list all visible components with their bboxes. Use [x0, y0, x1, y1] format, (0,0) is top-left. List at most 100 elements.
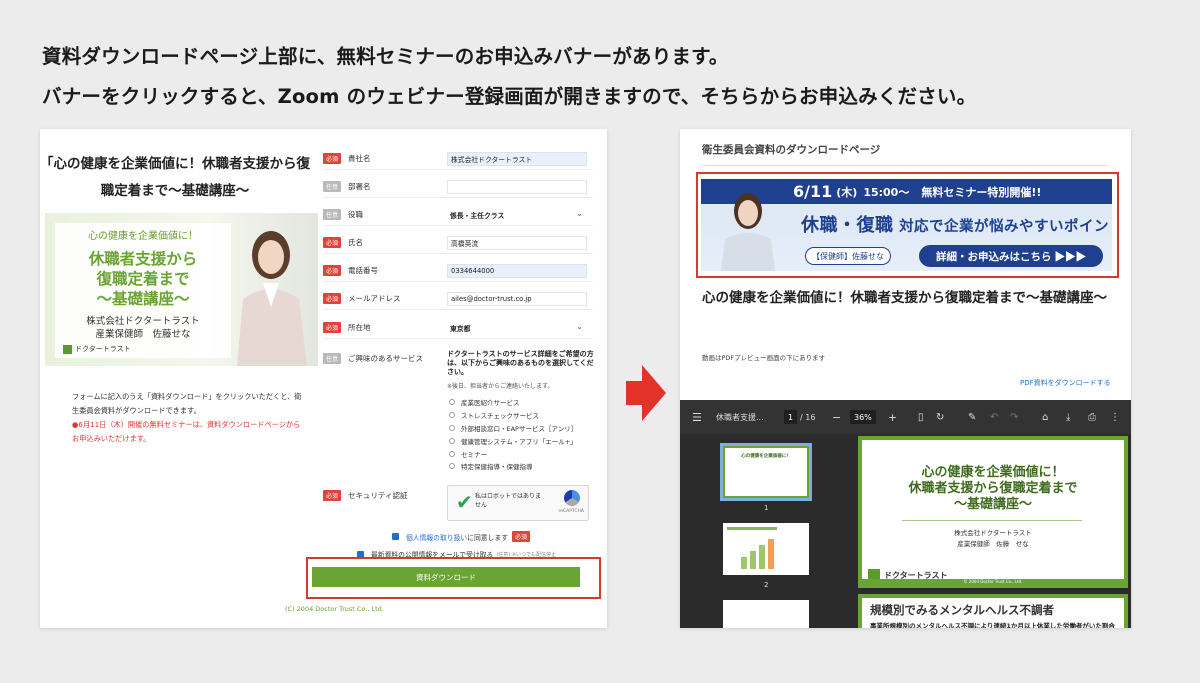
undo-icon[interactable]: ↶	[990, 400, 998, 434]
fit-page-icon[interactable]: ▯	[918, 400, 924, 434]
service-option-label: 健康管理システム・アプリ「エール+」	[461, 437, 577, 446]
redo-icon[interactable]: ↷	[1010, 400, 1018, 434]
pdf-page-2-subtitle: 事業所規模別のメンタルヘルス不調により連続1か月以上休業した労働者がいた割合	[870, 622, 1115, 628]
service-option[interactable]: 健康管理システム・アプリ「エール+」	[449, 434, 599, 447]
arrow-right-icon	[626, 365, 666, 421]
banner-company-name: 株式会社ドクタートラスト	[86, 316, 200, 327]
presenter-photo-icon	[237, 231, 307, 366]
thumbnail-1-text: 心の健康を企業価値に！	[741, 454, 791, 459]
banner-text-box: 心の健康を企業価値に！ 休職者支援から 復職定着まで 〜基礎講座〜 株式会社ドク…	[55, 223, 231, 358]
department-input[interactable]	[447, 179, 587, 194]
form-row-phone: 必須 電話番号 0334644000	[323, 263, 593, 282]
form-page-title: 「心の健康を企業価値に！休職者支援から復職定着まで〜基礎講座〜	[40, 156, 310, 199]
pdf-title-line-1: 心の健康を企業価値に！	[921, 465, 1065, 480]
location-select[interactable]: 東京都 ⌄	[447, 321, 587, 335]
more-options-icon[interactable]: ⋮	[1110, 400, 1120, 434]
radio-icon	[449, 412, 455, 419]
pdf-viewer: ☰ 休職者支援... 1 / 16 − 36% + ▯ ↻ ✎ ↶ ↷ ⌂ ⤓ …	[680, 400, 1131, 628]
form-row-position: 任意 役職 係長・主任クラス ⌄	[323, 208, 593, 226]
required-badge: 必須	[323, 237, 341, 248]
service-option[interactable]: 特定保健指導・保健指導	[449, 460, 599, 473]
privacy-policy-link[interactable]: 個人情報の取り扱い	[406, 532, 467, 542]
company-input[interactable]: 株式会社ドクタートラスト	[447, 151, 587, 166]
banner-main-title: 休職者支援から 復職定着まで 〜基礎講座〜	[55, 249, 231, 309]
video-note: 動画はPDFプレビュー画面の下にあります	[702, 354, 826, 362]
banner-logo: ドクタートラスト	[63, 344, 131, 354]
pdf-title-line-3: 〜基礎講座〜	[953, 497, 1032, 512]
divider	[902, 520, 1082, 521]
check-icon: ✔	[456, 490, 473, 514]
pdf-doc-name: 休職者支援...	[716, 412, 764, 422]
zoom-out-icon[interactable]: −	[832, 400, 841, 434]
service-option[interactable]: 外部相談窓口・EAPサービス［アンリ］	[449, 422, 599, 435]
radio-icon	[449, 450, 455, 457]
service-option[interactable]: セミナー	[449, 447, 599, 460]
company-label: 貴社名	[348, 154, 371, 163]
page-total: / 16	[800, 412, 816, 422]
seminar-note: ●6月11日（木）開催の無料セミナーは、資料ダウンロードページからお申込みいただ…	[72, 420, 301, 443]
name-input[interactable]: 高橋英流	[447, 235, 587, 250]
service-option[interactable]: ストレスチェックサービス	[449, 409, 599, 422]
chevron-down-icon: ⌄	[576, 321, 583, 331]
print-icon[interactable]: ⎙	[1088, 400, 1096, 434]
services-label: ご興味のあるサービス	[348, 354, 423, 363]
headline-line-2: バナーをクリックすると、Zoom のウェビナー登録画面が開きますので、そちらから…	[42, 85, 977, 108]
zoom-level[interactable]: 36%	[850, 410, 876, 424]
pdf-page-area: 心の健康を企業価値に！ 休職者支援から復職定着まで 〜基礎講座〜 株式会社ドクタ…	[856, 434, 1131, 628]
privacy-agree-text: に同意します	[467, 533, 508, 542]
service-option[interactable]: 産業医紹介サービス	[449, 396, 599, 409]
page-thumbnail-3[interactable]	[723, 600, 809, 628]
phone-label: 電話番号	[348, 266, 378, 275]
recaptcha-text: 私はロボットではありません	[475, 493, 542, 509]
recaptcha-brand: reCAPTCHA	[558, 509, 584, 514]
rotate-icon[interactable]: ↻	[936, 400, 944, 434]
download-icon[interactable]: ⤓	[1066, 400, 1070, 434]
checkbox-checked-icon	[392, 533, 399, 540]
annotate-icon[interactable]: ✎	[968, 400, 976, 434]
required-badge: 必須	[323, 265, 341, 276]
security-label: セキュリティ認証	[348, 491, 408, 500]
department-label: 部署名	[348, 182, 371, 191]
banner-title-line-2: 復職定着まで	[96, 270, 190, 288]
service-option-label: 産業医紹介サービス	[461, 399, 520, 408]
page-number-input[interactable]: 1	[784, 410, 798, 424]
page-thumbnail-2[interactable]	[723, 523, 809, 575]
copyright: (C) 2004 Doctor Trust Co., Ltd.	[285, 605, 384, 613]
recaptcha-widget[interactable]: ✔ 私はロボットではありません reCAPTCHA	[447, 485, 589, 521]
phone-input[interactable]: 0334644000	[447, 263, 587, 278]
thumbnail-2-number: 2	[764, 581, 769, 589]
pdf-download-link[interactable]: PDF資料をダウンロードする	[1020, 378, 1111, 388]
required-badge: 必須	[323, 153, 341, 164]
name-label: 氏名	[348, 238, 363, 247]
required-badge: 必須	[323, 490, 341, 501]
form-row-company: 必須 貴社名 株式会社ドクタートラスト	[323, 151, 593, 170]
email-input[interactable]: ailes@doctor-trust.co.jp	[447, 291, 587, 306]
optional-badge: 任意	[323, 209, 341, 220]
optional-badge: 任意	[323, 353, 341, 364]
privacy-agree[interactable]: 個人情報の取り扱い に同意します 必須	[392, 531, 530, 542]
banner-company: 株式会社ドクタートラスト 産業保健師 佐藤せな	[55, 315, 231, 341]
form-description: フォームに記入のうえ「資料ダウンロード」をクリックいただくと、衛生委員会資料がダ…	[72, 392, 302, 415]
highlight-box-download	[306, 557, 601, 599]
service-option-label: セミナー	[461, 450, 487, 459]
menu-icon[interactable]: ☰	[692, 400, 702, 434]
required-badge: 必須	[323, 293, 341, 304]
zoom-in-icon[interactable]: +	[888, 400, 897, 434]
pdf-presenter: 産業保健師 佐藤 せな	[957, 540, 1029, 548]
location-value: 東京都	[450, 324, 471, 333]
highlight-box-seminar	[696, 172, 1119, 278]
email-label: メールアドレス	[348, 294, 401, 303]
services-description: ドクタートラストのサービス詳細をご希望の方は、以下からご興味のあるものを選択して…	[447, 350, 594, 376]
chevron-down-icon: ⌄	[576, 208, 583, 218]
pdf-page-1-title: 心の健康を企業価値に！ 休職者支援から復職定着まで 〜基礎講座〜	[862, 465, 1124, 513]
pdf-company-name: 株式会社ドクタートラスト	[954, 529, 1032, 537]
download-page-header: 衛生委員会資料のダウンロードページ	[702, 142, 1107, 166]
form-page-screenshot: 「心の健康を企業価値に！休職者支援から復職定着まで〜基礎講座〜 心の健康を企業価…	[40, 129, 607, 628]
page-thumbnail-1[interactable]: 心の健康を企業価値に！	[720, 443, 812, 501]
service-option-label: ストレスチェックサービス	[461, 412, 539, 421]
radio-icon	[449, 463, 455, 470]
position-select[interactable]: 係長・主任クラス ⌄	[447, 208, 587, 222]
save-icon[interactable]: ⌂	[1042, 400, 1048, 434]
pdf-title-line-2: 休職者支援から復職定着まで	[908, 481, 1078, 496]
services-list: 産業医紹介サービス ストレスチェックサービス 外部相談窓口・EAPサービス［アン…	[449, 396, 599, 473]
